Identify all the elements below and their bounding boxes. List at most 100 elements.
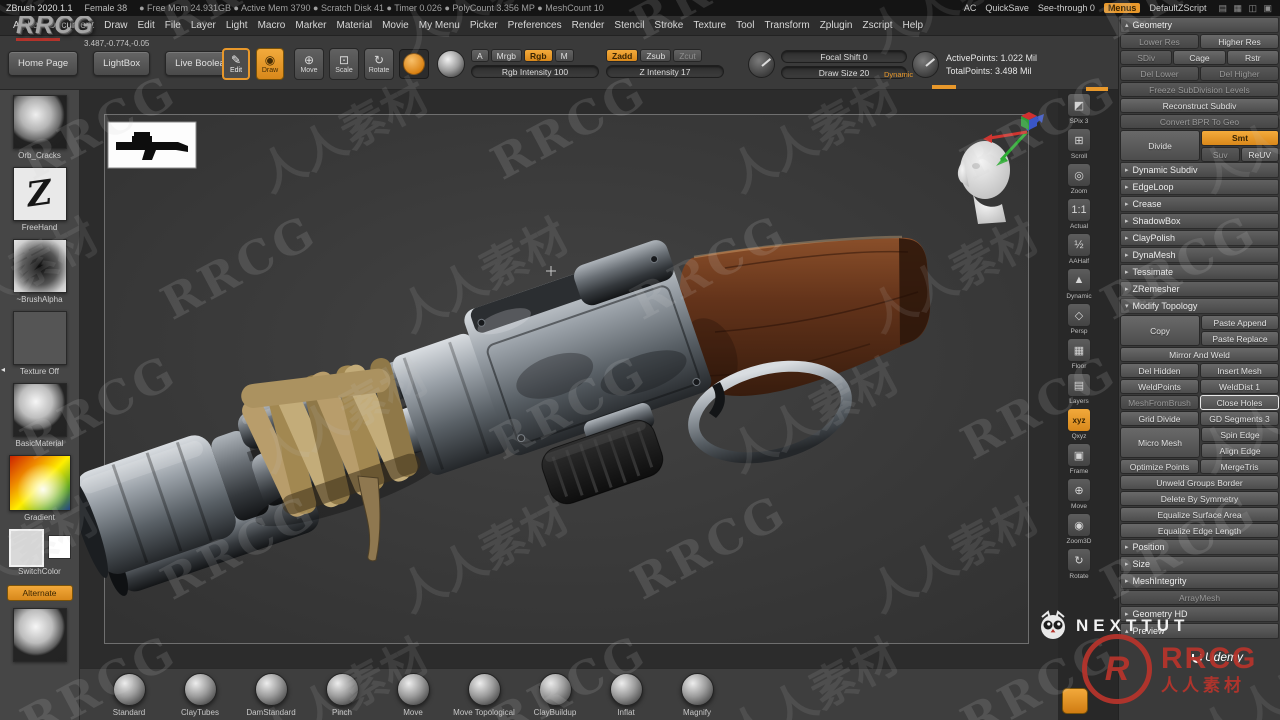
panel-button[interactable]: Align Edge bbox=[1201, 443, 1279, 458]
titlebar-button[interactable]: Menus bbox=[1103, 3, 1141, 13]
menu-item[interactable]: Movie bbox=[377, 20, 414, 31]
menu-item[interactable]: Light bbox=[221, 20, 253, 31]
nav-button[interactable]: Home Page bbox=[8, 51, 79, 76]
a-button[interactable]: A bbox=[471, 49, 489, 62]
panel-button[interactable]: Equalize Surface Area bbox=[1120, 507, 1279, 522]
brush-item[interactable]: DamStandard bbox=[238, 673, 304, 717]
sculpt-mode-button[interactable]: Zcut bbox=[673, 49, 702, 62]
shelf-button-icon[interactable]: ▣ bbox=[1067, 443, 1091, 467]
shelf-button[interactable]: ◎ Zoom bbox=[1061, 163, 1097, 195]
subpalette-header[interactable]: ▸ ZRemesher bbox=[1120, 281, 1279, 297]
menu-item[interactable]: File bbox=[160, 20, 186, 31]
subpalette-header[interactable]: ▸ Position bbox=[1120, 539, 1279, 555]
sculpt-mode-button[interactable]: Zadd bbox=[606, 49, 639, 62]
left-tray-item[interactable]: Texture Off bbox=[12, 311, 67, 376]
menu-item[interactable]: Tool bbox=[731, 20, 759, 31]
panel-button[interactable]: SDiv bbox=[1120, 50, 1173, 65]
points-dial-icon[interactable] bbox=[912, 51, 939, 78]
panel-button[interactable]: Del Higher bbox=[1200, 66, 1279, 81]
brush-item[interactable]: Pinch bbox=[309, 673, 375, 717]
left-tray-thumbnail[interactable] bbox=[12, 167, 67, 221]
subpalette-header[interactable]: ▸ Tessimate bbox=[1120, 264, 1279, 280]
left-tray-item[interactable]: Gradient bbox=[8, 455, 71, 522]
brush-item[interactable]: Inflat bbox=[593, 673, 659, 717]
subpalette-header[interactable]: ▾ Modify Topology bbox=[1120, 298, 1279, 314]
menu-item[interactable]: Render bbox=[567, 20, 610, 31]
shelf-button[interactable]: ◉ Zoom3D bbox=[1061, 513, 1097, 545]
shelf-button-icon[interactable]: ⊕ bbox=[1067, 478, 1091, 502]
brush-thumbnail[interactable] bbox=[680, 673, 714, 706]
shelf-button[interactable]: xyz Qxyz bbox=[1061, 408, 1097, 440]
menu-item[interactable]: Stroke bbox=[649, 20, 688, 31]
menu-item[interactable]: Draw bbox=[99, 20, 132, 31]
left-tray-thumbnail[interactable] bbox=[12, 239, 67, 293]
shelf-button-icon[interactable]: ◉ bbox=[1067, 513, 1091, 537]
subpalette-header[interactable]: ▸ Dynamic Subdiv bbox=[1120, 162, 1279, 178]
brush-item[interactable]: ClayTubes bbox=[167, 673, 233, 717]
menu-item[interactable]: Help bbox=[898, 20, 929, 31]
menu-item[interactable]: Picker bbox=[465, 20, 503, 31]
shelf-button-icon[interactable]: ▦ bbox=[1067, 338, 1091, 362]
panel-button[interactable]: Del Hidden bbox=[1120, 363, 1199, 378]
tray-collapse-arrow[interactable]: ◂ bbox=[1, 365, 5, 374]
dynamic-mode-label[interactable]: Dynamic bbox=[884, 70, 913, 79]
panel-button[interactable]: Smt bbox=[1201, 130, 1279, 146]
subpalette-header[interactable]: ▸ Size bbox=[1120, 556, 1279, 572]
panel-button[interactable]: WeldDist 1 bbox=[1200, 379, 1279, 394]
shelf-button-icon[interactable]: xyz bbox=[1067, 408, 1091, 432]
panel-button[interactable]: Insert Mesh bbox=[1200, 363, 1279, 378]
brush-thumbnail[interactable] bbox=[467, 673, 501, 706]
shelf-button[interactable]: ▦ Floor bbox=[1061, 338, 1097, 370]
titlebar-button[interactable]: DefaultZScript bbox=[1149, 3, 1206, 13]
transform-button[interactable]: ↻ Rotate bbox=[364, 48, 394, 80]
left-tray-thumbnail[interactable] bbox=[12, 311, 67, 365]
shelf-button[interactable]: ▲ Dynamic bbox=[1061, 268, 1097, 300]
paint-mode-button[interactable]: M bbox=[554, 49, 574, 62]
menu-item[interactable]: Preferences bbox=[503, 20, 567, 31]
panel-button[interactable]: Delete By Symmetry bbox=[1120, 491, 1279, 506]
left-tray-thumbnail[interactable] bbox=[12, 383, 67, 437]
brush-thumbnail[interactable] bbox=[112, 673, 146, 706]
shelf-button-icon[interactable]: ⊞ bbox=[1067, 128, 1091, 152]
menu-item[interactable]: Marker bbox=[290, 20, 331, 31]
panel-button[interactable]: Suv bbox=[1201, 147, 1240, 162]
panel-button[interactable]: Micro Mesh bbox=[1120, 427, 1200, 458]
shelf-button[interactable]: ◩ SPix 3 bbox=[1061, 93, 1097, 125]
menu-item[interactable]: Layer bbox=[186, 20, 221, 31]
titlebar-button[interactable]: AC bbox=[964, 3, 977, 13]
shelf-button[interactable]: ⊕ Move bbox=[1061, 478, 1097, 510]
brush-thumbnail[interactable] bbox=[538, 673, 572, 706]
shelf-button[interactable]: ↻ Rotate bbox=[1061, 548, 1097, 580]
panel-button[interactable]: Reconstruct Subdiv bbox=[1120, 98, 1279, 113]
shelf-button-icon[interactable]: ½ bbox=[1067, 233, 1091, 257]
menu-item[interactable]: My Menu bbox=[414, 20, 465, 31]
panel-button[interactable]: ArrayMesh bbox=[1120, 590, 1279, 605]
left-tray-thumbnail[interactable] bbox=[8, 455, 71, 511]
current-material-ball[interactable] bbox=[437, 50, 465, 78]
panel-button[interactable]: Close Holes bbox=[1200, 395, 1279, 410]
transform-button[interactable]: ⊕ Move bbox=[294, 48, 324, 80]
left-tray-item[interactable]: FreeHand bbox=[12, 167, 67, 232]
brush-thumbnail[interactable] bbox=[325, 673, 359, 706]
panel-button[interactable]: Paste Replace bbox=[1201, 331, 1279, 346]
panel-button[interactable]: Grid Divide bbox=[1120, 411, 1199, 426]
viewport-canvas[interactable] bbox=[80, 90, 1058, 668]
sculpt-mode-button[interactable]: Zsub bbox=[640, 49, 672, 62]
brush-item[interactable]: ClayBuildup bbox=[522, 673, 588, 717]
left-tray-item[interactable]: ~BrushAlpha bbox=[12, 239, 67, 304]
panel-button[interactable]: ReUV bbox=[1240, 147, 1279, 162]
rgb-intensity-slider[interactable]: Rgb Intensity 100 bbox=[471, 65, 599, 78]
brush-item[interactable]: Move Topological bbox=[451, 673, 517, 717]
focal-shift-slider[interactable]: Focal Shift 0 bbox=[781, 50, 907, 63]
doc-thumbnail[interactable] bbox=[107, 121, 197, 169]
panel-button[interactable]: Freeze SubDivision Levels bbox=[1120, 82, 1279, 97]
shelf-button[interactable]: ▤ Layers bbox=[1061, 373, 1097, 405]
stroke-dial-icon[interactable] bbox=[748, 51, 775, 78]
menu-item[interactable]: Stencil bbox=[609, 20, 649, 31]
panel-button[interactable]: Rstr bbox=[1226, 50, 1279, 65]
panel-button[interactable]: WeldPoints bbox=[1120, 379, 1199, 394]
panel-button[interactable]: Mirror And Weld bbox=[1120, 347, 1279, 362]
shelf-button-icon[interactable]: ▤ bbox=[1067, 373, 1091, 397]
transform-button[interactable]: ⊡ Scale bbox=[329, 48, 359, 80]
titlebar-button[interactable]: QuickSave bbox=[985, 3, 1029, 13]
